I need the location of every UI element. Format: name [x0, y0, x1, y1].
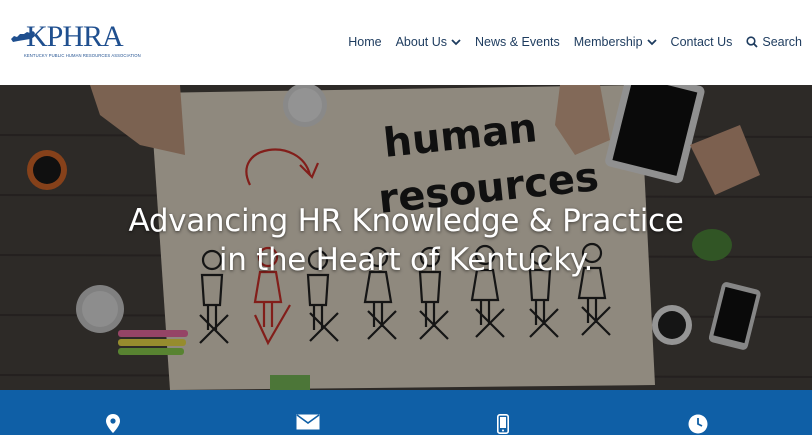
logo-tagline: KENTUCKY PUBLIC HUMAN RESOURCES ASSOCIAT…: [24, 53, 141, 58]
kphra-logo[interactable]: KPHRA KENTUCKY PUBLIC HUMAN RESOURCES AS…: [10, 20, 141, 60]
nav-contact-us[interactable]: Contact Us: [671, 35, 733, 49]
search-label: Search: [762, 35, 802, 49]
mobile-phone-icon[interactable]: [491, 414, 515, 434]
main-navigation: Home About Us News & Events Membership C…: [348, 32, 802, 52]
hero-banner: human resources Advancing HR Knowledge &…: [0, 85, 812, 390]
nav-news-events[interactable]: News & Events: [475, 35, 560, 49]
location-pin-icon[interactable]: [101, 414, 125, 434]
envelope-icon[interactable]: [296, 414, 320, 434]
hero-title-line-2: in the Heart of Kentucky.: [218, 242, 594, 278]
site-header: KPHRA KENTUCKY PUBLIC HUMAN RESOURCES AS…: [0, 0, 812, 85]
nav-about-us[interactable]: About Us: [396, 35, 461, 49]
clock-icon[interactable]: [686, 414, 710, 434]
nav-news-events-label: News & Events: [475, 35, 560, 49]
nav-home[interactable]: Home: [348, 35, 381, 49]
chevron-down-icon: [646, 39, 657, 46]
search-icon: [746, 36, 759, 48]
nav-about-us-label: About Us: [395, 35, 447, 49]
nav-membership[interactable]: Membership: [574, 35, 657, 49]
chevron-down-icon: [451, 39, 461, 46]
nav-membership-label: Membership: [573, 35, 643, 49]
nav-home-label: Home: [348, 35, 382, 49]
hero-title-line-1: Advancing HR Knowledge & Practice: [128, 203, 684, 239]
nav-contact-us-label: Contact Us: [670, 35, 733, 49]
contact-info-bar: [0, 390, 812, 435]
search-button[interactable]: Search: [746, 35, 802, 49]
logo-wordmark: KPHRA: [26, 20, 124, 53]
